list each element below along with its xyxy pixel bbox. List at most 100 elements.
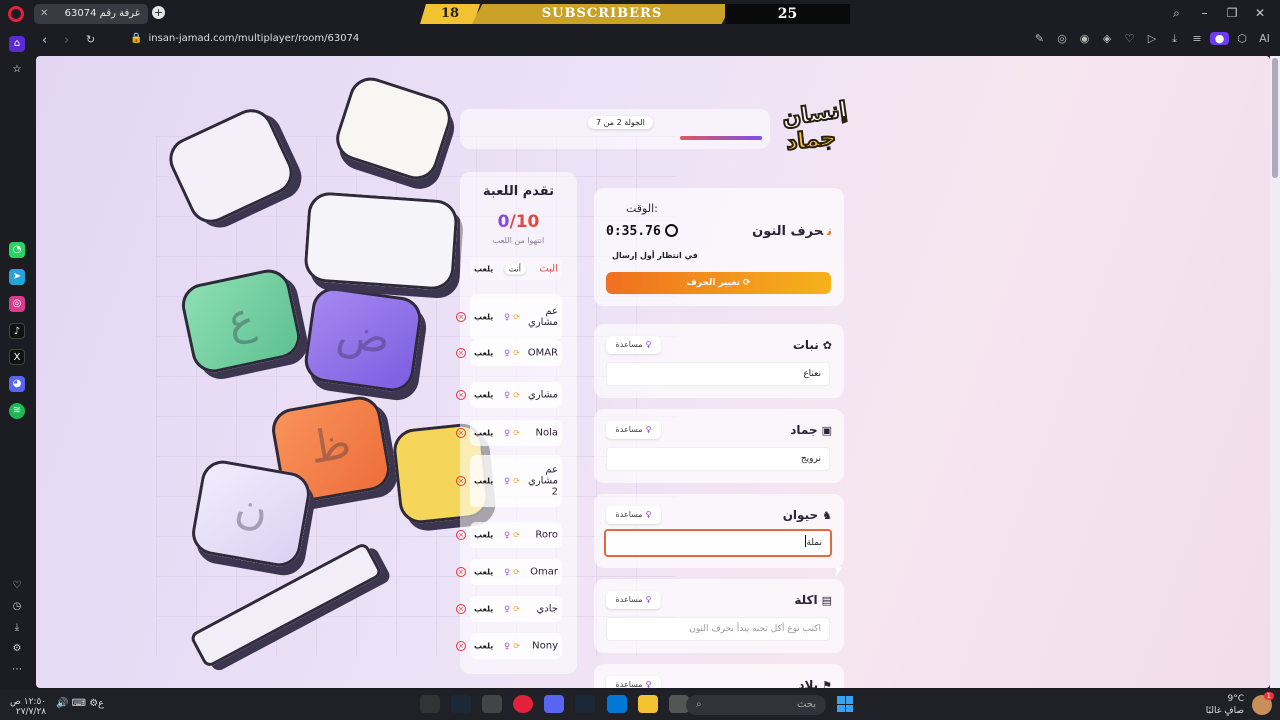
close-window-icon[interactable]: ✕: [1248, 6, 1272, 20]
keycap-dad-decoration: ض: [301, 284, 425, 395]
discord-icon[interactable]: [544, 695, 565, 713]
obs-icon[interactable]: [482, 695, 503, 713]
language-indicator[interactable]: ع: [98, 698, 104, 709]
steam-icon[interactable]: [451, 695, 472, 713]
opera-logo-icon[interactable]: [8, 6, 24, 22]
steam-2-icon[interactable]: [575, 695, 596, 713]
camera-icon[interactable]: ◎: [1053, 32, 1072, 45]
help-label: مساعدة: [615, 340, 643, 349]
sync-icon: ⟳: [513, 390, 520, 400]
browser-tab[interactable]: غرفة رقم 63074 ✕: [34, 4, 148, 24]
sync-icon: ⟳: [513, 567, 520, 577]
spotify-icon[interactable]: ≋: [9, 403, 25, 419]
forward-icon[interactable]: ›: [64, 33, 69, 48]
new-tab-button[interactable]: +: [152, 6, 165, 19]
change-letter-label: تغيير الحرف: [686, 278, 740, 288]
remove-player-icon[interactable]: ×: [456, 604, 466, 614]
scrollbar-thumb[interactable]: [1272, 58, 1278, 178]
remove-player-icon[interactable]: ×: [456, 567, 466, 577]
download-icon[interactable]: ⤓: [9, 620, 25, 636]
help-button[interactable]: ♀مساعدة: [606, 676, 661, 688]
heart-icon[interactable]: ♡: [9, 578, 25, 594]
vpn-icon[interactable]: ◈: [1098, 32, 1117, 45]
home-icon[interactable]: ⌂: [9, 36, 25, 52]
remove-player-icon[interactable]: ×: [456, 348, 466, 358]
user-avatar[interactable]: 1: [1252, 692, 1274, 715]
taskbar-search[interactable]: بحث ⌕: [686, 695, 826, 715]
answer-value: نعناع: [803, 369, 821, 379]
remove-player-icon[interactable]: ×: [456, 476, 466, 486]
download-icon[interactable]: ⤓: [1165, 32, 1184, 46]
category-title: ✿نبات: [793, 338, 832, 352]
category-title-text: حيوان: [782, 508, 819, 522]
profile-icon[interactable]: ●: [1210, 32, 1229, 45]
answer-input[interactable]: نرويج: [606, 447, 830, 471]
player-name: Nola: [535, 427, 558, 439]
player-name: مشاري: [528, 389, 558, 401]
telegram-icon[interactable]: ➤: [9, 269, 25, 285]
discord-icon[interactable]: ◕: [9, 376, 25, 392]
answer-input[interactable]: نملة: [604, 529, 832, 557]
remove-player-icon[interactable]: ×: [456, 530, 466, 540]
windows-start-icon[interactable]: [837, 696, 853, 712]
answer-input[interactable]: نعناع: [606, 362, 830, 386]
minimize-icon[interactable]: –: [1192, 6, 1216, 20]
subscribers-overlay: 18 SUBSCRIBERS 25: [420, 4, 850, 24]
tray-icons[interactable]: 🔊 ⌨ ⚙: [56, 698, 98, 709]
extensions-icon[interactable]: ⬡: [1233, 32, 1252, 45]
remove-player-icon[interactable]: ×: [456, 641, 466, 651]
close-tab-icon[interactable]: ✕: [40, 4, 48, 24]
help-button[interactable]: ♀مساعدة: [606, 336, 661, 354]
player-status: يلعب: [474, 312, 494, 322]
system-clock[interactable]: ١٢:٥٠ ص ٢٧/٧/٢٨: [10, 697, 46, 717]
whatsapp-icon[interactable]: ◔: [9, 242, 25, 258]
weather-temp: 9°C: [1227, 694, 1244, 704]
folder-icon[interactable]: [637, 695, 658, 713]
lightbulb-icon: ♀: [645, 680, 652, 688]
play-icon[interactable]: ▷: [1143, 32, 1162, 45]
x-icon[interactable]: X: [9, 349, 25, 365]
settings-icon[interactable]: ⚙: [9, 641, 25, 657]
round-progress-bar: [680, 136, 762, 140]
opera-icon[interactable]: [513, 695, 534, 713]
edit-icon[interactable]: ✎: [1030, 32, 1049, 45]
history-icon[interactable]: ◷: [9, 599, 25, 615]
instagram-icon[interactable]: ◎: [9, 296, 25, 312]
reload-icon[interactable]: ↻: [86, 33, 95, 46]
ai-button[interactable]: AI: [1255, 32, 1274, 45]
category-card: ⚑بلاد ♀مساعدة: [594, 664, 844, 688]
player-name: Nony: [532, 640, 558, 652]
help-button[interactable]: ♀مساعدة: [606, 421, 661, 439]
tiktok-icon[interactable]: ♪: [9, 323, 25, 339]
change-letter-button[interactable]: ⟳ تغيير الحرف: [606, 272, 831, 294]
player-status: يلعب: [474, 476, 494, 486]
menu-icon[interactable]: ≡: [1188, 32, 1207, 45]
remove-player-icon[interactable]: ×: [456, 390, 466, 400]
speed-dial-icon[interactable]: ☆: [9, 62, 25, 78]
remove-player-icon[interactable]: ×: [456, 428, 466, 438]
hint-icon: ♀: [504, 428, 510, 438]
maximize-icon[interactable]: ❐: [1220, 6, 1244, 20]
lightbulb-icon: ♀: [645, 425, 652, 434]
remove-player-icon[interactable]: ×: [456, 312, 466, 322]
heart-icon[interactable]: ♡: [1120, 32, 1139, 45]
terminal-icon[interactable]: [420, 695, 440, 713]
more-icon[interactable]: ⋯: [9, 662, 25, 678]
answer-input[interactable]: اكتب نوع أكل تحبه يبدأ بحرف النون: [606, 617, 830, 641]
url-field[interactable]: 🔒 insan-jamad.com/multiplayer/room/63074: [130, 33, 359, 44]
country-icon: ⚑: [822, 679, 832, 688]
shield-icon[interactable]: ◉: [1075, 32, 1094, 45]
refresh-icon: ⟳: [739, 278, 751, 288]
clock-date: ٢٧/٧/٢٨: [15, 707, 47, 717]
letter-card: نحرف النون الوقت: 0:35.76 في انتظار أول …: [594, 188, 844, 306]
mouse-cursor-icon: [836, 567, 842, 577]
store-icon[interactable]: [606, 695, 627, 713]
game-logo[interactable]: إنسان جماد: [778, 97, 850, 160]
help-button[interactable]: ♀مساعدة: [606, 506, 661, 524]
help-button[interactable]: ♀مساعدة: [606, 591, 661, 609]
weather-widget[interactable]: 9°C صافٍ غالبًا: [1206, 693, 1244, 717]
search-tabs-icon[interactable]: ⌕: [1165, 6, 1189, 21]
page-scrollbar[interactable]: [1270, 56, 1280, 688]
back-icon[interactable]: ‹: [42, 33, 47, 48]
letter-title-text: حرف النون: [752, 224, 824, 239]
